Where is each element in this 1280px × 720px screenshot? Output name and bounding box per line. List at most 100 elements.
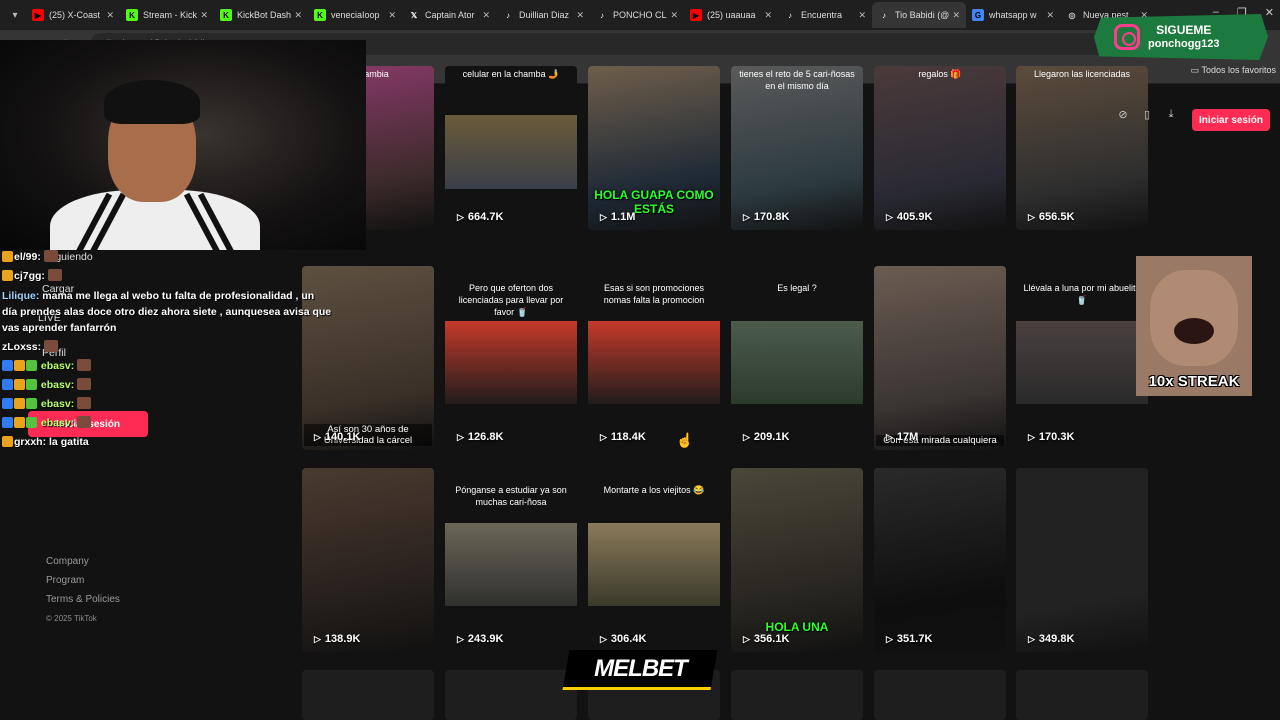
streak-label: 10x STREAK	[1148, 373, 1240, 390]
video-card[interactable]: Llévala a luna por mi abuelito 🥤 ▷ 170.3K	[1016, 266, 1148, 450]
video-card[interactable]: tienes el reto de 5 cari-ñosas en el mis…	[731, 66, 863, 230]
tab-search-icon[interactable]: ▾	[4, 4, 26, 26]
browser-tab-label: PONCHO CL	[613, 10, 667, 20]
view-count: ▷ 1.1M	[600, 211, 635, 223]
close-tab-icon[interactable]: ✕	[388, 10, 396, 21]
mouse-cursor-icon: ☝	[676, 432, 694, 448]
browser-tab-label: Encuentra	[801, 10, 843, 20]
phone-icon[interactable]: ▯	[1140, 108, 1154, 121]
browser-tab-label: Duillian Diaz	[519, 10, 570, 20]
browser-tab[interactable]: 𝕏 Captain Ator ✕	[402, 2, 496, 28]
view-count-value: 664.7K	[467, 211, 504, 223]
video-card[interactable]: Esas si son promociones nomas falta la p…	[588, 266, 720, 450]
view-count: ▷ 170.8K	[743, 211, 789, 223]
compass-icon[interactable]: ⊘	[1116, 108, 1130, 121]
youtube-icon: ▶	[690, 9, 702, 21]
browser-tab[interactable]: ▶ (25) X-Coast ✕	[26, 2, 120, 28]
view-count-value: 306.4K	[610, 633, 647, 645]
video-card-placeholder	[445, 670, 577, 720]
browser-tab[interactable]: ♪ PONCHO CL ✕	[590, 2, 684, 28]
webcam-hair	[104, 80, 200, 124]
browser-tab[interactable]: K KickBot Dash ✕	[214, 2, 308, 28]
view-count: ▷ 351.7K	[886, 633, 932, 645]
chat-username: grxxh:	[14, 436, 47, 448]
video-card[interactable]: Es legal ? ▷ 209.1K	[731, 266, 863, 450]
browser-tab-label: (25) X-Coast	[49, 10, 101, 20]
close-tab-icon[interactable]: ✕	[764, 10, 772, 21]
view-count: ▷ 17M	[886, 431, 918, 443]
tiktok-icon: ♪	[600, 10, 604, 20]
close-tab-icon[interactable]: ✕	[576, 10, 584, 21]
close-tab-icon[interactable]: ✕	[200, 10, 208, 21]
close-tab-icon[interactable]: ✕	[294, 10, 302, 21]
chat-message: zLoxss:	[2, 338, 332, 357]
chat-message: grxxh: la gatita	[2, 433, 332, 452]
close-tab-icon[interactable]: ✕	[858, 10, 866, 21]
browser-tab[interactable]: K Stream - Kick ✕	[120, 2, 214, 28]
video-card[interactable]: ▷ 349.8K	[1016, 468, 1148, 652]
streak-mouth	[1174, 318, 1214, 344]
close-tab-icon[interactable]: ✕	[952, 10, 960, 21]
video-thumbnail	[874, 266, 1006, 450]
video-card[interactable]: HOLA UNA ▷ 356.1K	[731, 468, 863, 652]
chat-emote-icon	[44, 340, 59, 352]
video-thumbnail	[302, 468, 434, 652]
close-tab-icon[interactable]: ✕	[106, 10, 114, 21]
x-icon: 𝕏	[410, 10, 418, 20]
play-icon: ▷	[457, 633, 464, 644]
footer-link-program[interactable]: Program	[46, 571, 120, 590]
view-count: ▷ 209.1K	[743, 431, 789, 443]
view-count-value: 656.5K	[1038, 211, 1075, 223]
login-button[interactable]: Iniciar sesión	[1192, 109, 1270, 131]
play-icon: ▷	[743, 211, 750, 222]
chat-emote-icon	[77, 359, 92, 371]
browser-tab[interactable]: ♪ Tio Babidi (@ ✕	[872, 2, 966, 28]
sponsor-logo: MELBET	[562, 650, 718, 690]
chat-badge-icon	[2, 251, 13, 262]
footer-link-terms[interactable]: Terms & Policies	[46, 590, 120, 609]
browser-tab[interactable]: ♪ Duillian Diaz ✕	[496, 2, 590, 28]
chat-emote-icon	[43, 250, 58, 262]
video-card[interactable]: Pero que oferton dos licenciadas para ll…	[445, 266, 577, 450]
video-card[interactable]: Con esa mirada cualquiera ▷ 17M	[874, 266, 1006, 450]
video-card-placeholder	[874, 670, 1006, 720]
browser-tab[interactable]: ▶ (25) uaauaa ✕	[684, 2, 778, 28]
video-card[interactable]: regalos 🎁 ▷ 405.9K	[874, 66, 1006, 230]
kick-icon: K	[126, 9, 138, 21]
browser-tab[interactable]: ♪ Encuentra ✕	[778, 2, 872, 28]
browser-tab[interactable]: KveneciaIoop ✕	[308, 2, 402, 28]
chat-username: ebasv:	[40, 379, 75, 391]
chat-badge-icon	[14, 417, 25, 428]
play-icon: ▷	[457, 431, 464, 442]
chat-username: el/99:	[14, 251, 41, 263]
video-card[interactable]: Pónganse a estudiar ya son muchas cari-ñ…	[445, 468, 577, 652]
view-count-value: 138.9K	[324, 633, 361, 645]
chat-username: Lilique:	[2, 290, 40, 302]
chat-emote-icon	[77, 416, 92, 428]
chat-text: la gatita	[49, 436, 89, 448]
close-tab-icon[interactable]: ✕	[1046, 10, 1054, 21]
video-card[interactable]: ▷ 138.9K	[302, 468, 434, 652]
close-tab-icon[interactable]: ✕	[482, 10, 490, 21]
close-window-icon[interactable]: ✕	[1265, 6, 1274, 19]
video-card[interactable]: Montarte a los viejitos 😂 ▷ 306.4K	[588, 468, 720, 652]
kick-icon: K	[314, 9, 326, 21]
video-card[interactable]: celular en la chamba 🤳 ▷ 664.7K	[445, 66, 577, 230]
video-card[interactable]: HOLA GUAPA COMO ESTÁS ▷ 1.1M	[588, 66, 720, 230]
footer-link-company[interactable]: Company	[46, 552, 120, 571]
video-caption: Pero que oferton dos licenciadas para ll…	[458, 283, 564, 317]
chat-username: ebasv:	[40, 417, 75, 429]
browser-tab-label: Tio Babidi (@	[895, 10, 950, 20]
all-bookmarks-link[interactable]: ▭ Todos los favoritos	[1191, 65, 1276, 76]
view-count-value: 170.3K	[1038, 431, 1075, 443]
play-icon: ▷	[743, 431, 750, 442]
browser-tab[interactable]: Gwhatsapp w ✕	[966, 2, 1060, 28]
play-icon: ▷	[314, 633, 321, 644]
follow-username: ponchogg123	[1148, 38, 1220, 50]
streak-overlay: 10x STREAK	[1136, 256, 1252, 396]
download-icon[interactable]: ⤓	[1164, 108, 1178, 121]
video-card[interactable]: Llegaron las licenciadas ▷ 656.5K	[1016, 66, 1148, 230]
follow-title: SIGUEME	[1156, 23, 1212, 37]
close-tab-icon[interactable]: ✕	[670, 10, 678, 21]
video-card[interactable]: ▷ 351.7K	[874, 468, 1006, 652]
